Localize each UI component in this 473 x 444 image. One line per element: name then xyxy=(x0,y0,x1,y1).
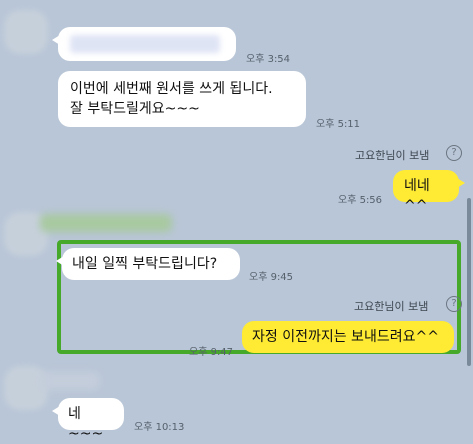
message-bubble[interactable]: 네~~~ xyxy=(52,398,124,442)
message-time: 오후 5:11 xyxy=(316,119,361,130)
sender-avatar[interactable] xyxy=(4,10,48,54)
redacted-text xyxy=(70,35,220,53)
redacted-sender-name xyxy=(40,372,100,390)
redacted-sender-name xyxy=(40,214,172,232)
message-time: 오후 10:13 xyxy=(134,422,185,433)
message-bubble[interactable]: 네네^^ xyxy=(393,170,465,214)
chat-view[interactable]: 오후 3:54 이번에 세번째 원서를 쓰게 됩니다. 잘 부탁드릴게요~~~ … xyxy=(0,0,473,442)
message-time: 오후 9:47 xyxy=(189,347,234,358)
message-time: 오후 9:45 xyxy=(249,272,294,283)
message-bubble[interactable]: 이번에 세번째 원서를 쓰게 됩니다. 잘 부탁드릴게요~~~ xyxy=(58,71,306,127)
message-time: 오후 3:54 xyxy=(246,54,291,65)
question-circle-icon[interactable]: ? xyxy=(446,145,462,161)
scrollbar[interactable] xyxy=(467,198,471,366)
message-bubble-blurred[interactable] xyxy=(52,27,236,61)
message-bubble[interactable]: 자정 이전까지는 보내드려요^^ xyxy=(242,321,454,353)
sender-label: 고요한님이 보냄 xyxy=(355,149,430,162)
message-time: 오후 5:56 xyxy=(338,195,383,206)
question-circle-icon[interactable]: ? xyxy=(446,296,462,312)
message-bubble[interactable]: 내일 일찍 부탁드립니다? xyxy=(56,248,240,280)
sender-label: 고요한님이 보냄 xyxy=(354,300,429,313)
